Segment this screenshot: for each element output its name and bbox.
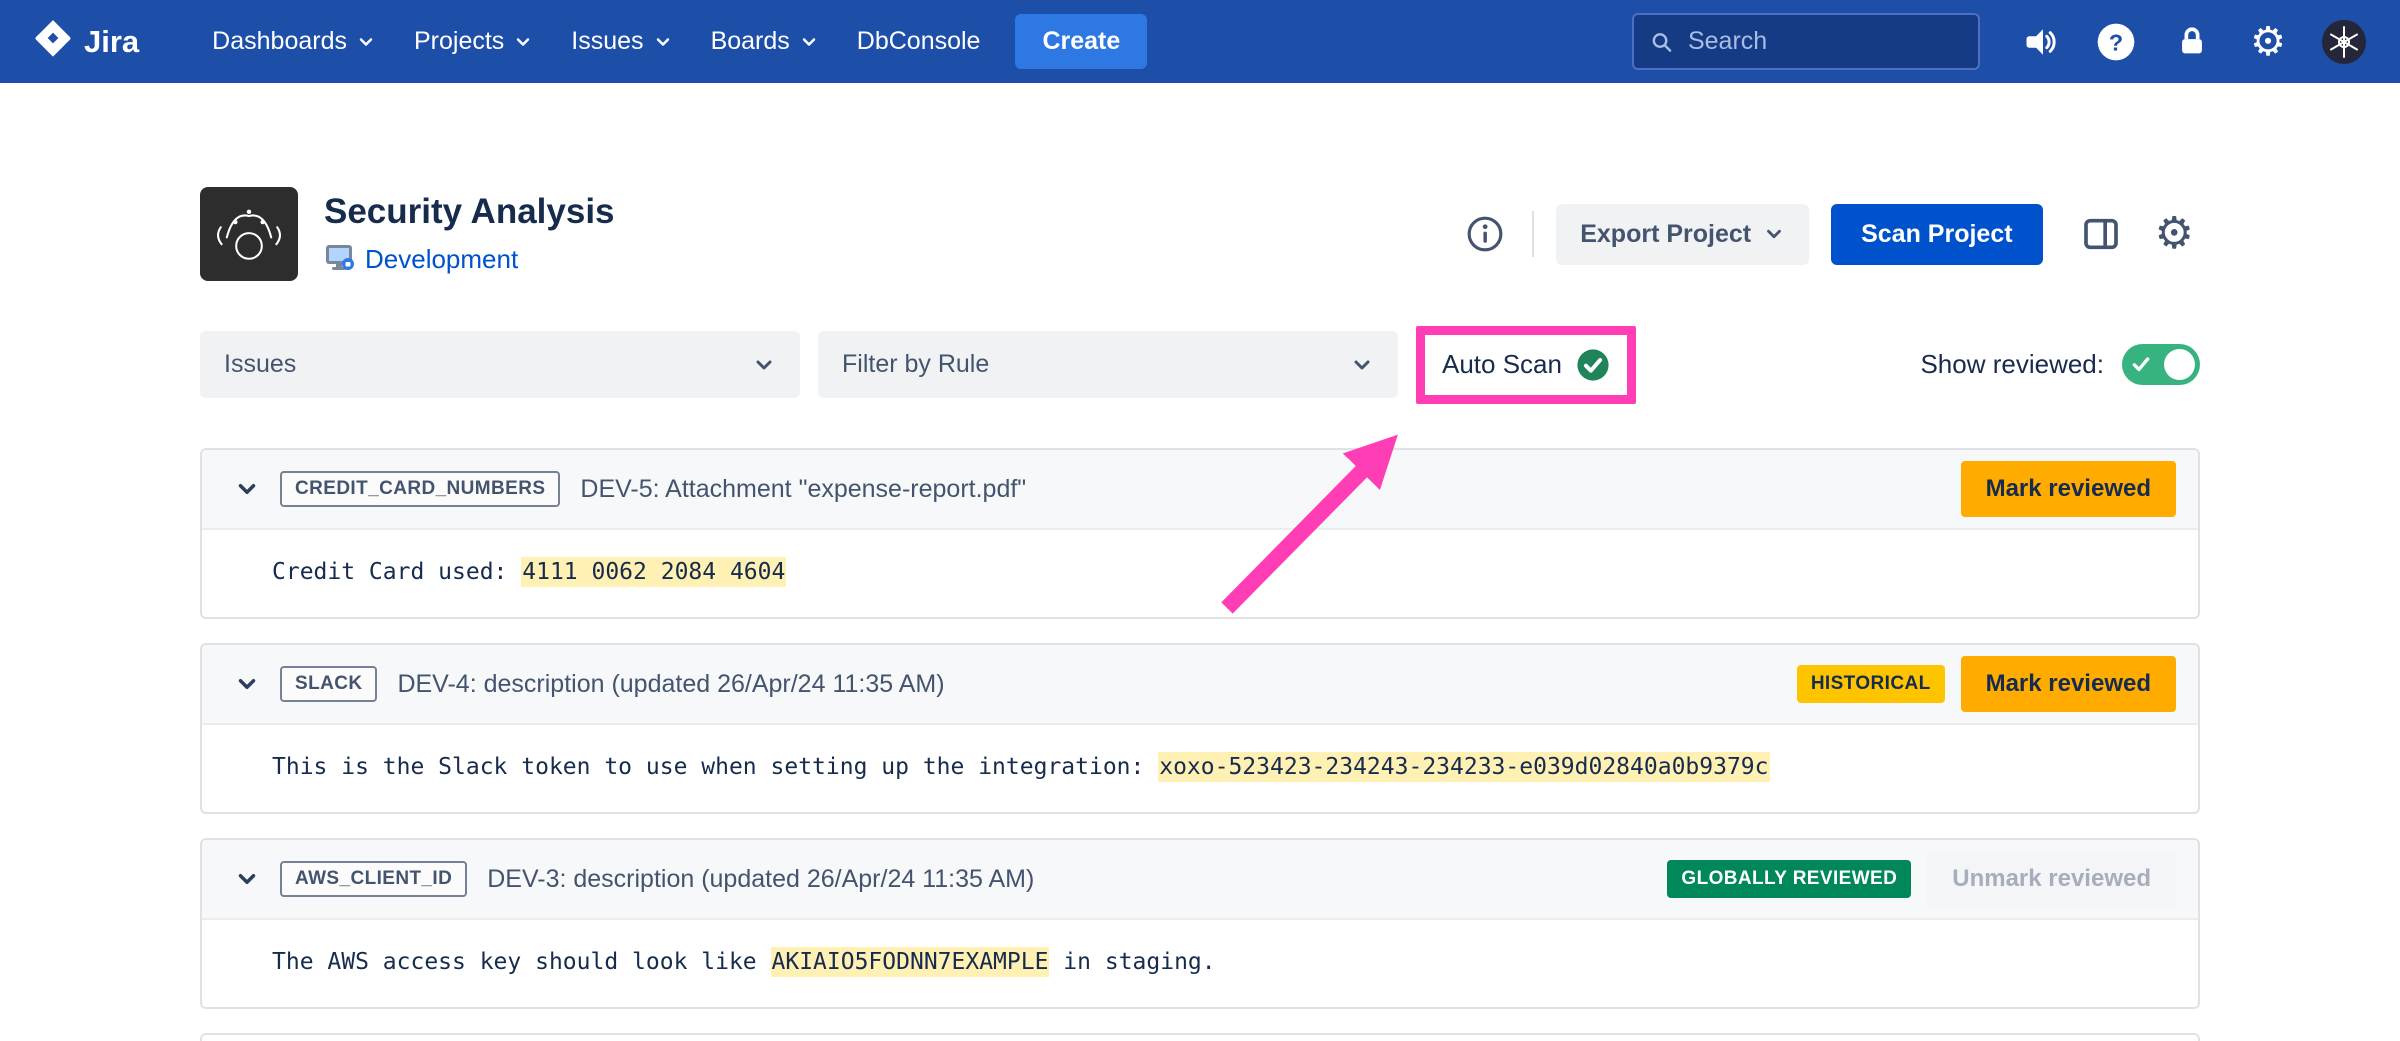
finding-title: DEV-4: description (updated 26/Apr/24 11… <box>397 670 944 699</box>
jira-brand[interactable]: Jira <box>34 19 139 65</box>
svg-text:?: ? <box>2109 29 2123 55</box>
body-text: The AWS access key should look like <box>272 949 771 975</box>
jira-logo-icon <box>34 19 72 65</box>
chevron-down-icon <box>752 353 776 377</box>
body-text: Credit Card used: <box>272 559 521 585</box>
finding-card: CREDIT_CARD_NUMBERS DEV-5: Attachment "e… <box>200 448 2200 619</box>
unmark-reviewed-button[interactable]: Unmark reviewed <box>1927 851 2176 907</box>
chevron-down-icon <box>1763 223 1785 245</box>
chevron-down-icon <box>653 32 673 52</box>
toggle-knob <box>2164 349 2195 380</box>
project-header: Security Analysis Development Export Pro… <box>200 187 2200 281</box>
rule-badge: CREDIT_CARD_NUMBERS <box>280 471 560 507</box>
finding-body: Credit Card used: 4111 0062 2084 4604 <box>202 530 2198 617</box>
breadcrumb: Development <box>324 242 615 277</box>
search-box[interactable] <box>1632 13 1980 70</box>
chevron-down-icon <box>513 32 533 52</box>
export-label: Export Project <box>1580 220 1751 249</box>
finding-card: AWS_CLIENT_ID DEV-3: description (update… <box>200 838 2200 1009</box>
chevron-down-icon <box>799 32 819 52</box>
auto-scan-label: Auto Scan <box>1442 349 1562 380</box>
collapse-chevron-icon[interactable] <box>228 860 266 898</box>
finding-actions: Mark reviewed <box>1961 461 2176 517</box>
nav-icons: ? ⚙ <box>2018 20 2366 64</box>
nav-item-issues[interactable]: Issues <box>554 15 689 68</box>
finding-card-header: AWS_CLIENT_ID DEV-3: description (update… <box>202 840 2198 920</box>
mark-reviewed-button[interactable]: Mark reviewed <box>1961 461 2176 517</box>
finding-body: The AWS access key should look like AKIA… <box>202 920 2198 1007</box>
header-actions: Export Project Scan Project ⚙ <box>1460 204 2200 265</box>
project-titles: Security Analysis Development <box>324 192 615 277</box>
project-type-icon <box>324 242 354 277</box>
filter-row: Issues Filter by Rule Auto Scan Show rev… <box>200 331 2200 398</box>
show-reviewed-control: Show reviewed: <box>1920 344 2200 385</box>
finding-body: This is the Slack token to use when sett… <box>202 725 2198 812</box>
auto-scan-control[interactable]: Auto Scan <box>1434 348 1618 382</box>
nav-item-label: Dashboards <box>212 27 347 56</box>
main-content: Security Analysis Development Export Pro… <box>200 187 2200 1041</box>
show-reviewed-toggle[interactable] <box>2122 344 2200 385</box>
announcement-icon[interactable] <box>2018 20 2062 64</box>
filter-by-rule-dropdown[interactable]: Filter by Rule <box>818 331 1398 398</box>
help-icon[interactable]: ? <box>2094 20 2138 64</box>
scan-project-button[interactable]: Scan Project <box>1831 204 2042 265</box>
chevron-down-icon <box>356 32 376 52</box>
gear-icon[interactable]: ⚙ <box>2246 20 2290 64</box>
nav-item-dbconsole[interactable]: DbConsole <box>840 15 998 68</box>
export-project-button[interactable]: Export Project <box>1556 204 1809 265</box>
user-avatar[interactable] <box>2322 20 2366 64</box>
next-finding-card-partial <box>200 1033 2200 1041</box>
finding-title: DEV-5: Attachment "expense-report.pdf" <box>580 475 1026 504</box>
finding-card-header: SLACK DEV-4: description (updated 26/Apr… <box>202 645 2198 725</box>
check-icon <box>2131 354 2151 374</box>
create-button[interactable]: Create <box>1015 14 1147 69</box>
show-reviewed-label: Show reviewed: <box>1920 349 2104 380</box>
project-link[interactable]: Development <box>365 244 518 275</box>
mark-reviewed-button[interactable]: Mark reviewed <box>1961 656 2176 712</box>
rule-badge: AWS_CLIENT_ID <box>280 861 467 897</box>
page-title: Security Analysis <box>324 192 615 232</box>
layout-panel-icon[interactable] <box>2075 208 2127 260</box>
rule-dropdown-value: Filter by Rule <box>842 350 989 379</box>
collapse-chevron-icon[interactable] <box>228 665 266 703</box>
project-avatar <box>200 187 298 281</box>
historical-badge: HISTORICAL <box>1797 665 1945 703</box>
check-circle-icon <box>1576 348 1610 382</box>
sensitive-value-highlight: AKIAIO5FODNN7EXAMPLE <box>771 947 1050 977</box>
body-text: This is the Slack token to use when sett… <box>272 754 1158 780</box>
nav-item-projects[interactable]: Projects <box>397 15 550 68</box>
rule-badge: SLACK <box>280 666 377 702</box>
divider <box>1532 211 1534 257</box>
sensitive-value-highlight: xoxo-523423-234243-234233-e039d02840a0b9… <box>1158 752 1769 782</box>
search-input[interactable] <box>1686 26 1962 57</box>
body-text: in staging. <box>1049 949 1215 975</box>
lock-icon[interactable] <box>2170 20 2214 64</box>
finding-card-header: CREDIT_CARD_NUMBERS DEV-5: Attachment "e… <box>202 450 2198 530</box>
nav-item-label: Issues <box>571 27 643 56</box>
nav-item-label: Projects <box>414 27 504 56</box>
chevron-down-icon <box>1350 353 1374 377</box>
finding-actions: HISTORICAL Mark reviewed <box>1797 656 2176 712</box>
collapse-chevron-icon[interactable] <box>228 470 266 508</box>
nav-item-label: Boards <box>711 27 790 56</box>
nav-item-label: DbConsole <box>857 27 981 56</box>
finding-actions: GLOBALLY REVIEWED Unmark reviewed <box>1667 851 2176 907</box>
nav-item-dashboards[interactable]: Dashboards <box>195 15 393 68</box>
nav-menu: Dashboards Projects Issues Boards DbCons… <box>195 14 1147 69</box>
brand-label: Jira <box>84 24 139 60</box>
info-icon[interactable] <box>1460 209 1510 259</box>
nav-item-boards[interactable]: Boards <box>694 15 836 68</box>
issues-dropdown-value: Issues <box>224 350 296 379</box>
search-icon <box>1650 29 1673 55</box>
settings-gear-icon[interactable]: ⚙ <box>2149 206 2200 262</box>
finding-card: SLACK DEV-4: description (updated 26/Apr… <box>200 643 2200 814</box>
findings-list: CREDIT_CARD_NUMBERS DEV-5: Attachment "e… <box>200 448 2200 1041</box>
globally-reviewed-badge: GLOBALLY REVIEWED <box>1667 860 1911 898</box>
finding-title: DEV-3: description (updated 26/Apr/24 11… <box>487 865 1034 894</box>
sensitive-value-highlight: 4111 0062 2084 4604 <box>521 557 786 587</box>
top-navbar: Jira Dashboards Projects Issues Boards D… <box>0 0 2400 83</box>
issues-dropdown[interactable]: Issues <box>200 331 800 398</box>
